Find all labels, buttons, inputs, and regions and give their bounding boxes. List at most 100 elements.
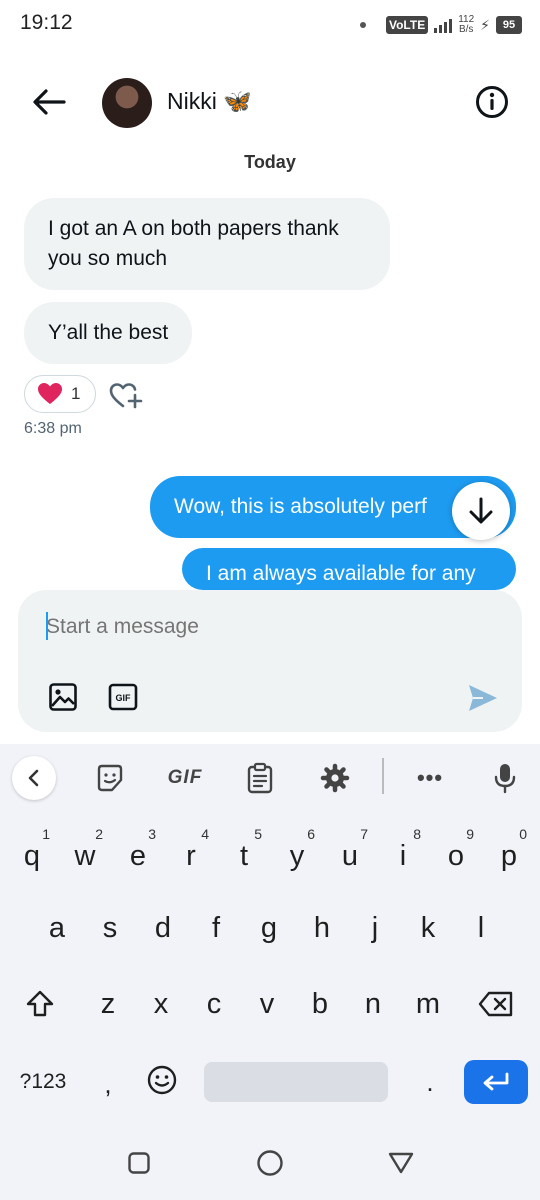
send-icon [469,685,497,711]
sticker-button[interactable] [94,762,126,794]
image-icon [49,683,77,711]
key-r[interactable]: r4 [165,824,217,888]
system-nav-bar [0,1120,540,1200]
status-bar: 19:12 VoLTE 112 B/s ⚡ 95 [0,0,540,48]
gif-icon-label: GIF [116,693,132,703]
key-label: e [129,839,147,872]
add-reaction-button[interactable] [108,378,144,412]
contact-name[interactable]: Nikki 🦋 [167,88,252,115]
volte-icon: VoLTE [385,16,429,34]
add-photo-button[interactable] [48,682,78,712]
key-k[interactable]: k [402,896,454,960]
text-cursor [46,612,48,640]
gif-icon: GIF [108,683,138,711]
back-button[interactable] [28,84,68,120]
key-label: i [399,839,407,872]
key-e[interactable]: e3 [112,824,164,888]
key-l[interactable]: l [455,896,507,960]
comma-key[interactable]: , [88,1062,128,1106]
heart-icon [38,383,62,404]
key-x[interactable]: x [135,972,187,1036]
message-timestamp: 6:38 pm [24,420,82,437]
key-label: q [23,839,41,872]
charging-icon: ⚡ [480,16,490,33]
key-label: o [447,839,465,872]
key-o[interactable]: o9 [430,824,482,888]
key-v[interactable]: v [241,972,293,1036]
send-button[interactable] [466,682,500,714]
avatar[interactable] [102,78,152,128]
status-icons: VoLTE 112 B/s ⚡ 95 [359,12,522,38]
space-key[interactable] [204,1062,388,1102]
key-s[interactable]: s [84,896,136,960]
key-b[interactable]: b [294,972,346,1036]
key-hint: 5 [254,826,262,842]
date-separator: Today [244,152,296,172]
incoming-message[interactable]: I got an A on both papers thank you so m… [24,198,390,290]
key-q[interactable]: q1 [6,824,58,888]
key-f[interactable]: f [190,896,242,960]
key-hint: 6 [307,826,315,842]
key-m[interactable]: m [402,972,454,1036]
key-z[interactable]: z [82,972,134,1036]
recents-button[interactable] [124,1148,154,1178]
outgoing-message[interactable]: I am always available for any [182,548,516,590]
key-hint: 8 [413,826,421,842]
symbols-key[interactable]: ?123 [8,1060,78,1104]
key-hint: 2 [95,826,103,842]
key-hint: 0 [519,826,527,842]
key-i[interactable]: i8 [377,824,429,888]
key-c[interactable]: c [188,972,240,1036]
status-time: 19:12 [20,11,73,34]
key-n[interactable]: n [347,972,399,1036]
key-d[interactable]: d [137,896,189,960]
key-t[interactable]: t5 [218,824,270,888]
voice-input-button[interactable] [490,762,520,794]
incoming-message[interactable]: Y’all the best [24,302,193,364]
key-w[interactable]: w2 [59,824,111,888]
key-hint: 4 [201,826,209,842]
key-j[interactable]: j [349,896,401,960]
keyboard-gif-label: GIF [167,767,203,788]
info-circle-icon [476,86,508,118]
key-h[interactable]: h [296,896,348,960]
heart-plus-icon [109,383,143,409]
clipboard-button[interactable] [244,762,276,794]
shift-key[interactable] [14,972,66,1036]
info-button[interactable] [474,84,510,120]
enter-key[interactable] [464,1060,528,1104]
reaction-pill[interactable]: 1 [24,375,96,413]
home-button[interactable] [255,1148,285,1178]
key-label: y [289,839,305,872]
keyboard: GIF ••• q 1 w 2 e 3 r 4 t 5 y 6 u 7 i 8 … [0,744,540,1120]
backspace-key[interactable] [470,972,522,1036]
key-u[interactable]: u7 [324,824,376,888]
square-icon [128,1152,150,1174]
emoji-key[interactable] [140,1058,184,1102]
more-options-button[interactable]: ••• [410,762,450,794]
key-label: w [74,839,96,872]
gif-button[interactable]: GIF [108,683,138,711]
message-composer: GIF [18,590,522,732]
key-label: p [500,839,518,872]
key-p[interactable]: p0 [483,824,535,888]
key-label: r [186,839,196,872]
key-a[interactable]: a [31,896,83,960]
key-g[interactable]: g [243,896,295,960]
key-hint: 7 [360,826,368,842]
shift-icon [26,990,54,1017]
more-dots-icon: ••• [416,765,444,790]
back-nav-button[interactable] [386,1148,416,1178]
keyboard-settings-button[interactable] [318,762,352,794]
keyboard-collapse-button[interactable] [12,756,56,800]
gear-icon [320,763,350,793]
key-y[interactable]: y6 [271,824,323,888]
key-label: t [239,839,249,872]
chevron-left-icon [28,769,39,787]
keyboard-gif-button[interactable]: GIF [160,762,210,794]
message-input[interactable] [46,612,486,642]
emoji-icon [147,1065,177,1095]
speed-unit: B/s [458,24,474,35]
period-key[interactable]: . [410,1060,450,1104]
scroll-to-bottom-button[interactable] [452,482,510,540]
